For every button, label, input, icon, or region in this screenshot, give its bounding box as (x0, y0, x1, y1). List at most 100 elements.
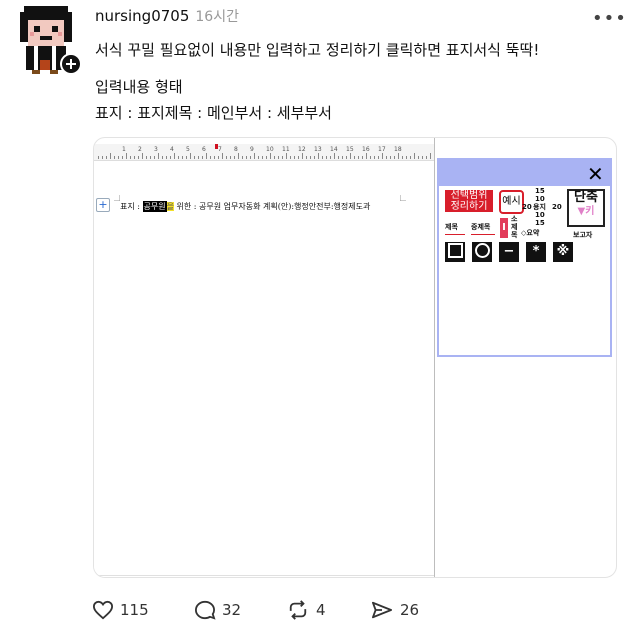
circle-bullet-button[interactable] (472, 242, 492, 262)
ruler-tick (118, 156, 119, 159)
ruler-tick (274, 156, 275, 159)
ruler-number: 6 (202, 146, 206, 153)
margin-header-value[interactable]: 10 (535, 195, 545, 203)
asterisk-bullet-button[interactable]: * (526, 242, 546, 262)
ruler-tick (150, 156, 151, 159)
ruler-tick (406, 156, 407, 159)
ruler-tick (258, 156, 259, 159)
ruler-tick (166, 156, 167, 159)
organize-label-2: 정리하기 (450, 201, 488, 212)
shortcut-key-button[interactable]: 단축 ▼키 (567, 189, 605, 227)
ruler-tick (378, 156, 379, 159)
avatar[interactable] (12, 4, 84, 76)
ruler-tick (414, 153, 415, 159)
small-title-button[interactable]: 소제목 (511, 215, 519, 239)
ruler-tick (302, 153, 303, 159)
like-button[interactable]: 115 (92, 600, 149, 620)
comment-count: 32 (222, 601, 242, 619)
selected-text: 공무원 (142, 201, 167, 212)
ruler-tick (278, 156, 279, 159)
reference-mark-button[interactable]: ※ (553, 242, 573, 262)
document-text-line[interactable]: 표지 : 공무원을 위한 : 공무원 업무자동화 계획(안):행정안전부:행정제… (120, 201, 370, 212)
pane-divider[interactable] (434, 138, 435, 577)
ruler-tick (374, 156, 375, 159)
ruler-number: 5 (186, 146, 190, 153)
ruler-tick (170, 156, 171, 159)
ruler-number: 11 (282, 146, 290, 153)
ruler-tick (230, 156, 231, 159)
ruler-number: 1 (122, 146, 126, 153)
ruler-tick (394, 156, 395, 159)
repost-count: 4 (316, 601, 326, 619)
ruler-tick (202, 156, 203, 159)
highlighted-text: 을 (166, 202, 174, 211)
ruler-tick (390, 156, 391, 159)
margin-bottom-value[interactable]: 15 (535, 219, 545, 227)
ruler-tick (174, 153, 175, 159)
ruler-tick (154, 156, 155, 159)
ruler-tick (270, 153, 271, 159)
square-bullet-button[interactable] (445, 242, 465, 262)
ruler-tick (318, 153, 319, 159)
ruler-tick (322, 156, 323, 159)
ruler-tick (110, 153, 111, 159)
ruler-tick (286, 153, 287, 159)
close-icon[interactable]: ✕ (587, 162, 604, 186)
ruler-tick (218, 156, 219, 159)
ruler-tick (298, 156, 299, 159)
add-block-button[interactable]: + (96, 198, 110, 212)
heart-icon (92, 600, 114, 620)
ruler-tick (178, 156, 179, 159)
mid-title-button[interactable]: 중제목 (471, 222, 490, 232)
margin-corner-icon (400, 195, 406, 201)
title-button[interactable]: 제목 (445, 222, 458, 232)
ruler-tick (330, 156, 331, 159)
ruler-number: 12 (298, 146, 306, 153)
ruler-tick (222, 153, 223, 159)
comment-button[interactable]: 32 (194, 600, 241, 620)
summary-button[interactable]: ◇요약 (521, 228, 539, 238)
ruler-tick (346, 156, 347, 159)
dash-bullet-button[interactable]: − (499, 242, 519, 262)
margin-right-value[interactable]: 20 (552, 203, 562, 211)
share-button[interactable]: 26 (370, 600, 419, 620)
ruler-number: 3 (154, 146, 158, 153)
doc-text-prefix: 표지 : (120, 202, 143, 211)
margin-left-value[interactable]: 20 (522, 203, 532, 211)
square-icon (447, 242, 463, 258)
ruler-tick (350, 153, 351, 159)
post-text-line-2: 입력내용 형태 (95, 78, 183, 96)
example-button[interactable]: 예시 (499, 190, 524, 214)
margin-footer-value[interactable]: 10 (535, 211, 545, 219)
username[interactable]: nursing0705 (95, 7, 189, 25)
doc-text-rest: 위한 : 공무원 업무자동화 계획(안):행정안전부:행정제도과 (176, 202, 371, 211)
i-style-button[interactable]: I (500, 218, 508, 238)
like-count: 115 (120, 601, 149, 619)
ruler-tick (146, 156, 147, 159)
share-count: 26 (400, 601, 420, 619)
ruler-tick (282, 156, 283, 159)
ruler-tick (262, 156, 263, 159)
ruler-tick (158, 153, 159, 159)
pixel-avatar-icon (20, 6, 82, 75)
reporter-button[interactable]: 보고자 (573, 230, 592, 240)
ruler-tick (290, 156, 291, 159)
post-media[interactable]: 1 2 3 4 5 6 7 8 9 10 11 12 13 14 15 16 1… (93, 137, 617, 578)
margin-top-value[interactable]: 15 (535, 187, 545, 195)
ruler-tick (366, 153, 367, 159)
ruler-tick (114, 156, 115, 159)
ruler-tick (246, 156, 247, 159)
ruler-number: 9 (250, 146, 254, 153)
post-text-line-3: 표지 : 표지제목 : 메인부서 : 세부부서 (95, 104, 332, 122)
ruler-tick (386, 156, 387, 159)
repost-button[interactable]: 4 (286, 600, 326, 620)
document-page[interactable]: + 표지 : 공무원을 위한 : 공무원 업무자동화 계획(안):행정안전부:행… (94, 161, 434, 577)
ruler-tick (358, 156, 359, 159)
ruler-tick (102, 156, 103, 159)
ruler-tick (338, 156, 339, 159)
post-time: 16시간 (195, 9, 239, 25)
organize-selection-button[interactable]: 선택범위 정리하기 (445, 190, 493, 212)
ruler-tick (426, 156, 427, 159)
ellipsis-icon[interactable]: ••• (592, 8, 627, 29)
ruler-tick (418, 156, 419, 159)
